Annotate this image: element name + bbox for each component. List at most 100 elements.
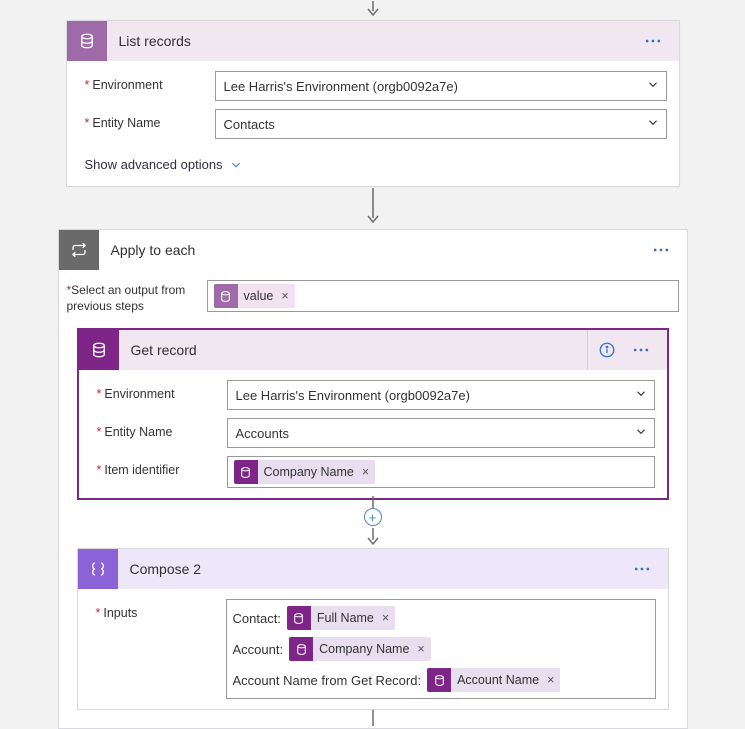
cds-icon bbox=[214, 284, 238, 308]
action-card-get-record[interactable]: Get record * Environmen bbox=[77, 328, 669, 500]
required-asterisk: * bbox=[85, 78, 90, 92]
cds-icon bbox=[427, 668, 451, 692]
line-prefix: Account Name from Get Record: bbox=[233, 673, 422, 688]
select-value: Contacts bbox=[224, 117, 275, 132]
advanced-label: Show advanced options bbox=[85, 157, 223, 172]
card-header[interactable]: List records bbox=[67, 21, 679, 61]
token-remove[interactable]: × bbox=[279, 289, 288, 303]
field-label: * Entity Name bbox=[85, 109, 211, 130]
select-output-input[interactable]: value × bbox=[207, 280, 679, 312]
label-text: Inputs bbox=[103, 606, 137, 620]
action-card-compose[interactable]: Compose 2 * Inputs bbox=[77, 548, 669, 710]
card-header[interactable]: Get record bbox=[79, 330, 667, 370]
label-text: Environment bbox=[104, 387, 174, 401]
token-remove[interactable]: × bbox=[415, 642, 424, 656]
token-full-name[interactable]: Full Name × bbox=[287, 606, 395, 630]
chevron-down-icon bbox=[646, 116, 660, 133]
select-output-label: *Select an output from previous steps bbox=[67, 280, 203, 314]
field-label: * Entity Name bbox=[97, 418, 223, 439]
flow-canvas: List records * Environment Lee Harris's … bbox=[0, 0, 745, 729]
card-title: List records bbox=[107, 33, 191, 49]
field-row-inputs: * Inputs Contact: bbox=[96, 599, 656, 699]
loop-inner-flow: Get record * Environmen bbox=[67, 328, 679, 726]
select-value: Lee Harris's Environment (orgb0092a7e) bbox=[236, 388, 470, 403]
field-row-environment: * Environment Lee Harris's Environment (… bbox=[85, 71, 667, 101]
show-advanced-options[interactable]: Show advanced options bbox=[85, 147, 667, 176]
info-button[interactable] bbox=[587, 330, 627, 370]
field-row-entity: * Entity Name Accounts bbox=[97, 418, 655, 448]
connector-arrow bbox=[0, 187, 745, 229]
apply-to-each-container: Apply to each *Select an output from pre… bbox=[58, 229, 688, 729]
token-remove[interactable]: × bbox=[545, 673, 554, 687]
loop-title: Apply to each bbox=[99, 242, 196, 258]
card-menu-button[interactable] bbox=[627, 336, 655, 364]
label-text: Entity Name bbox=[92, 116, 160, 130]
token-text: Company Name bbox=[319, 642, 409, 656]
loop-icon bbox=[59, 230, 99, 270]
token-company-name[interactable]: Company Name × bbox=[234, 460, 376, 484]
chevron-down-icon bbox=[229, 158, 243, 172]
token-remove[interactable]: × bbox=[380, 611, 389, 625]
token-value[interactable]: value × bbox=[214, 284, 295, 308]
chevron-down-icon bbox=[646, 78, 660, 95]
select-value: Lee Harris's Environment (orgb0092a7e) bbox=[224, 79, 458, 94]
connector-with-add: + bbox=[364, 500, 382, 548]
environment-select[interactable]: Lee Harris's Environment (orgb0092a7e) bbox=[227, 380, 655, 410]
cds-icon bbox=[289, 637, 313, 661]
required-asterisk: * bbox=[97, 463, 102, 477]
action-card-list-records[interactable]: List records * Environment Lee Harris's … bbox=[66, 20, 680, 187]
token-account-name[interactable]: Account Name × bbox=[427, 668, 560, 692]
label-text: Entity Name bbox=[104, 425, 172, 439]
card-header[interactable]: Compose 2 bbox=[78, 549, 668, 589]
compose-icon bbox=[78, 549, 118, 589]
loop-body: *Select an output from previous steps va… bbox=[59, 270, 687, 728]
token-remove[interactable]: × bbox=[360, 465, 369, 479]
field-row-item-identifier: * Item identifier Company Name bbox=[97, 456, 655, 488]
chevron-down-icon bbox=[634, 425, 648, 442]
card-body: * Environment Lee Harris's Environment (… bbox=[67, 61, 679, 186]
label-text: Item identifier bbox=[104, 463, 179, 477]
field-label: * Environment bbox=[97, 380, 223, 401]
required-asterisk: * bbox=[85, 116, 90, 130]
inputs-line-1: Contact: Full Name × bbox=[233, 606, 396, 630]
inputs-box[interactable]: Contact: Full Name × bbox=[226, 599, 656, 699]
card-body: * Environment Lee Harris's Environment (… bbox=[79, 370, 667, 498]
field-row-environment: * Environment Lee Harris's Environment (… bbox=[97, 380, 655, 410]
select-value: Accounts bbox=[236, 426, 289, 441]
required-asterisk: * bbox=[97, 425, 102, 439]
field-label: * Item identifier bbox=[97, 456, 223, 477]
add-action-button[interactable]: + bbox=[364, 508, 382, 526]
item-identifier-input[interactable]: Company Name × bbox=[227, 456, 655, 488]
loop-header[interactable]: Apply to each bbox=[59, 230, 687, 270]
card-menu-button[interactable] bbox=[647, 236, 675, 264]
connector-arrow bbox=[0, 0, 745, 20]
card-title: Compose 2 bbox=[118, 561, 202, 577]
token-text: Account Name bbox=[457, 673, 539, 687]
card-body: * Inputs Contact: bbox=[78, 589, 668, 709]
card-menu-button[interactable] bbox=[639, 27, 667, 55]
select-output-row: *Select an output from previous steps va… bbox=[67, 280, 679, 314]
cds-icon bbox=[234, 460, 258, 484]
cds-icon bbox=[79, 330, 119, 370]
field-label: * Inputs bbox=[96, 599, 222, 620]
entity-select[interactable]: Contacts bbox=[215, 109, 667, 139]
field-row-entity: * Entity Name Contacts bbox=[85, 109, 667, 139]
token-company-name[interactable]: Company Name × bbox=[289, 637, 431, 661]
required-asterisk: * bbox=[97, 387, 102, 401]
token-text: value bbox=[244, 289, 274, 303]
entity-select[interactable]: Accounts bbox=[227, 418, 655, 448]
inputs-line-3: Account Name from Get Record: Account Na… bbox=[233, 668, 561, 692]
card-menu-button[interactable] bbox=[628, 555, 656, 583]
field-label: * Environment bbox=[85, 71, 211, 92]
line-prefix: Contact: bbox=[233, 611, 281, 626]
required-asterisk: * bbox=[96, 606, 101, 620]
token-text: Company Name bbox=[264, 465, 354, 479]
card-title: Get record bbox=[119, 342, 197, 358]
inputs-line-2: Account: Company Name × bbox=[233, 637, 431, 661]
token-text: Full Name bbox=[317, 611, 374, 625]
label-text: Environment bbox=[92, 78, 162, 92]
chevron-down-icon bbox=[634, 387, 648, 404]
line-prefix: Account: bbox=[233, 642, 284, 657]
connector-tail bbox=[365, 710, 381, 726]
environment-select[interactable]: Lee Harris's Environment (orgb0092a7e) bbox=[215, 71, 667, 101]
